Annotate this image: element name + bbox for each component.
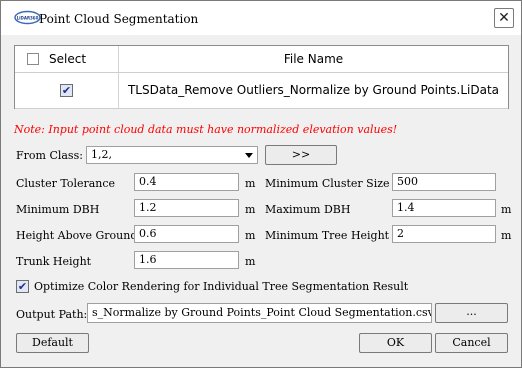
checkmark-icon: ✔ bbox=[17, 280, 28, 293]
height-above-ground-label: Height Above Ground bbox=[16, 229, 138, 242]
height-above-ground-unit: m bbox=[245, 229, 256, 242]
row-checkbox[interactable]: ✔ bbox=[60, 84, 73, 97]
minimum-dbh-unit: m bbox=[245, 203, 256, 216]
minimum-dbh-input[interactable]: 1.2 bbox=[134, 199, 239, 217]
minimum-cluster-size-label: Minimum Cluster Size bbox=[265, 177, 390, 190]
header-select-label: Select bbox=[49, 52, 87, 66]
header-select-cell: Select bbox=[15, 46, 119, 72]
table-row[interactable]: ✔ TLSData_Remove Outliers_Normalize by G… bbox=[15, 73, 508, 109]
trunk-height-label: Trunk Height bbox=[16, 255, 92, 268]
table-header: Select File Name bbox=[15, 46, 508, 73]
trunk-height-input[interactable]: 1.6 bbox=[134, 251, 239, 269]
lidar360-logo-icon: LiDAR360 bbox=[14, 10, 41, 25]
window-title: Point Cloud Segmentation bbox=[39, 12, 199, 26]
optimize-color-label: Optimize Color Rendering for Individual … bbox=[34, 280, 409, 293]
cluster-tolerance-label: Cluster Tolerance bbox=[16, 177, 116, 190]
optimize-color-checkbox[interactable]: ✔ bbox=[16, 280, 29, 293]
output-path-input[interactable]: s_Normalize by Ground Points_Point Cloud… bbox=[87, 303, 432, 323]
ok-button[interactable]: OK bbox=[359, 333, 432, 353]
maximum-dbh-label: Maximum DBH bbox=[265, 203, 351, 216]
row-file-name: TLSData_Remove Outliers_Normalize by Gro… bbox=[127, 83, 500, 97]
maximum-dbh-unit: m bbox=[501, 203, 512, 216]
row-select-cell: ✔ bbox=[15, 73, 119, 108]
minimum-dbh-label: Minimum DBH bbox=[16, 203, 100, 216]
minimum-cluster-size-input[interactable]: 500 bbox=[392, 173, 496, 191]
cluster-tolerance-input[interactable]: 0.4 bbox=[134, 173, 239, 191]
chevron-down-icon bbox=[245, 153, 253, 158]
output-path-label: Output Path: bbox=[16, 308, 88, 321]
minimum-tree-height-unit: m bbox=[501, 229, 512, 242]
from-class-value: 1,2, bbox=[91, 148, 112, 161]
from-class-button[interactable]: >> bbox=[265, 145, 337, 165]
cancel-button[interactable]: Cancel bbox=[435, 333, 508, 353]
minimum-tree-height-input[interactable]: 2 bbox=[392, 225, 496, 243]
select-all-checkbox[interactable] bbox=[27, 53, 39, 65]
close-button[interactable]: ✕ bbox=[494, 8, 514, 28]
from-class-select[interactable]: 1,2, bbox=[86, 146, 258, 164]
from-class-label: From Class: bbox=[16, 149, 83, 162]
svg-text:LiDAR360: LiDAR360 bbox=[17, 15, 39, 20]
height-above-ground-input[interactable]: 0.6 bbox=[134, 225, 239, 243]
normalization-note: Note: Input point cloud data must have n… bbox=[14, 123, 398, 136]
dialog-window: LiDAR360 Point Cloud Segmentation ✕ Sele… bbox=[0, 0, 522, 368]
minimum-tree-height-label: Minimum Tree Height bbox=[265, 229, 390, 242]
default-button[interactable]: Default bbox=[16, 333, 89, 353]
file-table: Select File Name ✔ TLSData_Remove Outlie… bbox=[14, 45, 509, 109]
title-bar: LiDAR360 Point Cloud Segmentation ✕ bbox=[1, 1, 521, 35]
checkmark-icon: ✔ bbox=[61, 84, 72, 97]
cluster-tolerance-unit: m bbox=[245, 177, 256, 190]
browse-button[interactable]: ... bbox=[435, 303, 508, 323]
close-icon: ✕ bbox=[498, 10, 510, 26]
trunk-height-unit: m bbox=[245, 255, 256, 268]
maximum-dbh-input[interactable]: 1.4 bbox=[392, 199, 496, 217]
header-file-name: File Name bbox=[283, 52, 344, 66]
